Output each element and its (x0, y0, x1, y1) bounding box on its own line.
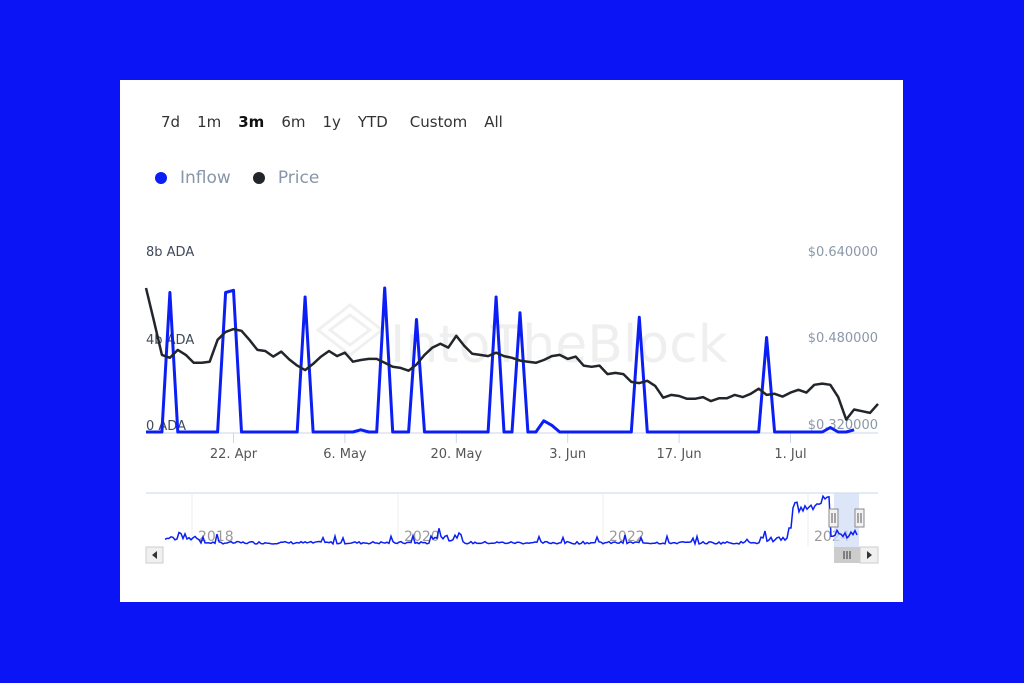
x-tick-label: 17. Jun (657, 447, 702, 462)
x-tick-label: 3. Jun (549, 447, 586, 462)
scrollbar-track[interactable] (146, 547, 878, 563)
x-tick-label: 20. May (430, 447, 482, 462)
scrollbar-thumb[interactable] (834, 547, 860, 563)
x-tick-label: 1. Jul (774, 447, 806, 462)
inflow-series-line[interactable] (146, 286, 855, 434)
chart-svg: IntoTheBlock 8b ADA 4b ADA 0 ADA $0.6400… (144, 245, 879, 564)
y-left-tick-4b: 4b ADA (146, 333, 194, 348)
y-left-tick-8b: 8b ADA (146, 245, 194, 260)
x-tick-label: 6. May (323, 447, 367, 462)
navigator-series-line (164, 494, 858, 547)
scroll-right-button[interactable] (859, 546, 879, 564)
y-right-tick-0.48: $0.480000 (808, 331, 878, 346)
navigator-handle-left[interactable] (828, 508, 839, 528)
x-tick-label: 22. Apr (210, 447, 258, 462)
watermark-logo-icon (315, 303, 385, 357)
scroll-left-button[interactable] (145, 546, 164, 564)
y-right-tick-0.64: $0.640000 (808, 245, 878, 260)
navigator-handle-right[interactable] (854, 508, 865, 528)
